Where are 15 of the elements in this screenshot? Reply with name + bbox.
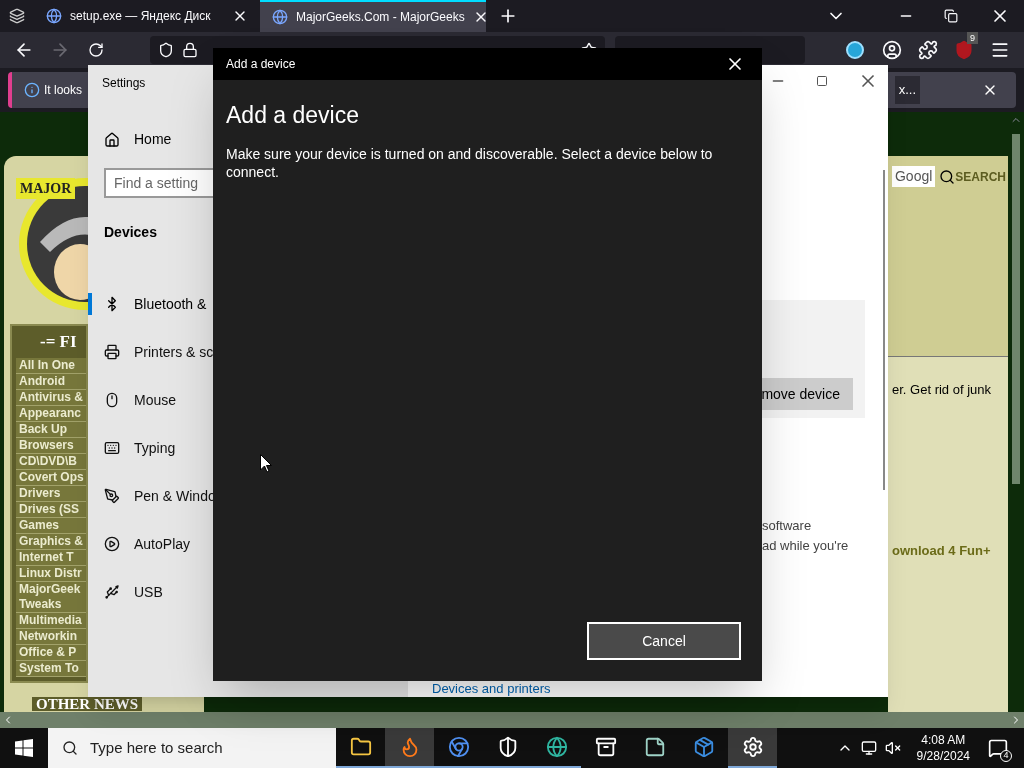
- section-heading: Devices: [104, 223, 158, 242]
- description-text: ad while you're: [762, 537, 849, 555]
- extension-badge: 9: [967, 32, 978, 44]
- dialog-heading: Add a device: [226, 101, 360, 130]
- notification-count: 4: [1000, 750, 1012, 762]
- dialog-title: Add a device: [226, 56, 297, 73]
- category-header: -= FI: [40, 331, 77, 353]
- notification-text: It looks: [44, 82, 82, 99]
- tab-title: setup.exe — Яндекс Диск: [70, 8, 212, 25]
- logo-text: MAJOR: [16, 178, 76, 199]
- window-title: Settings: [102, 75, 147, 92]
- description-text: software: [762, 517, 813, 535]
- tab-title: MajorGeeks.Com - MajorGeeks: [296, 9, 465, 26]
- article-snippet: er. Get rid of junk: [892, 381, 992, 399]
- other-news-header: OTHER NEWS: [32, 697, 143, 711]
